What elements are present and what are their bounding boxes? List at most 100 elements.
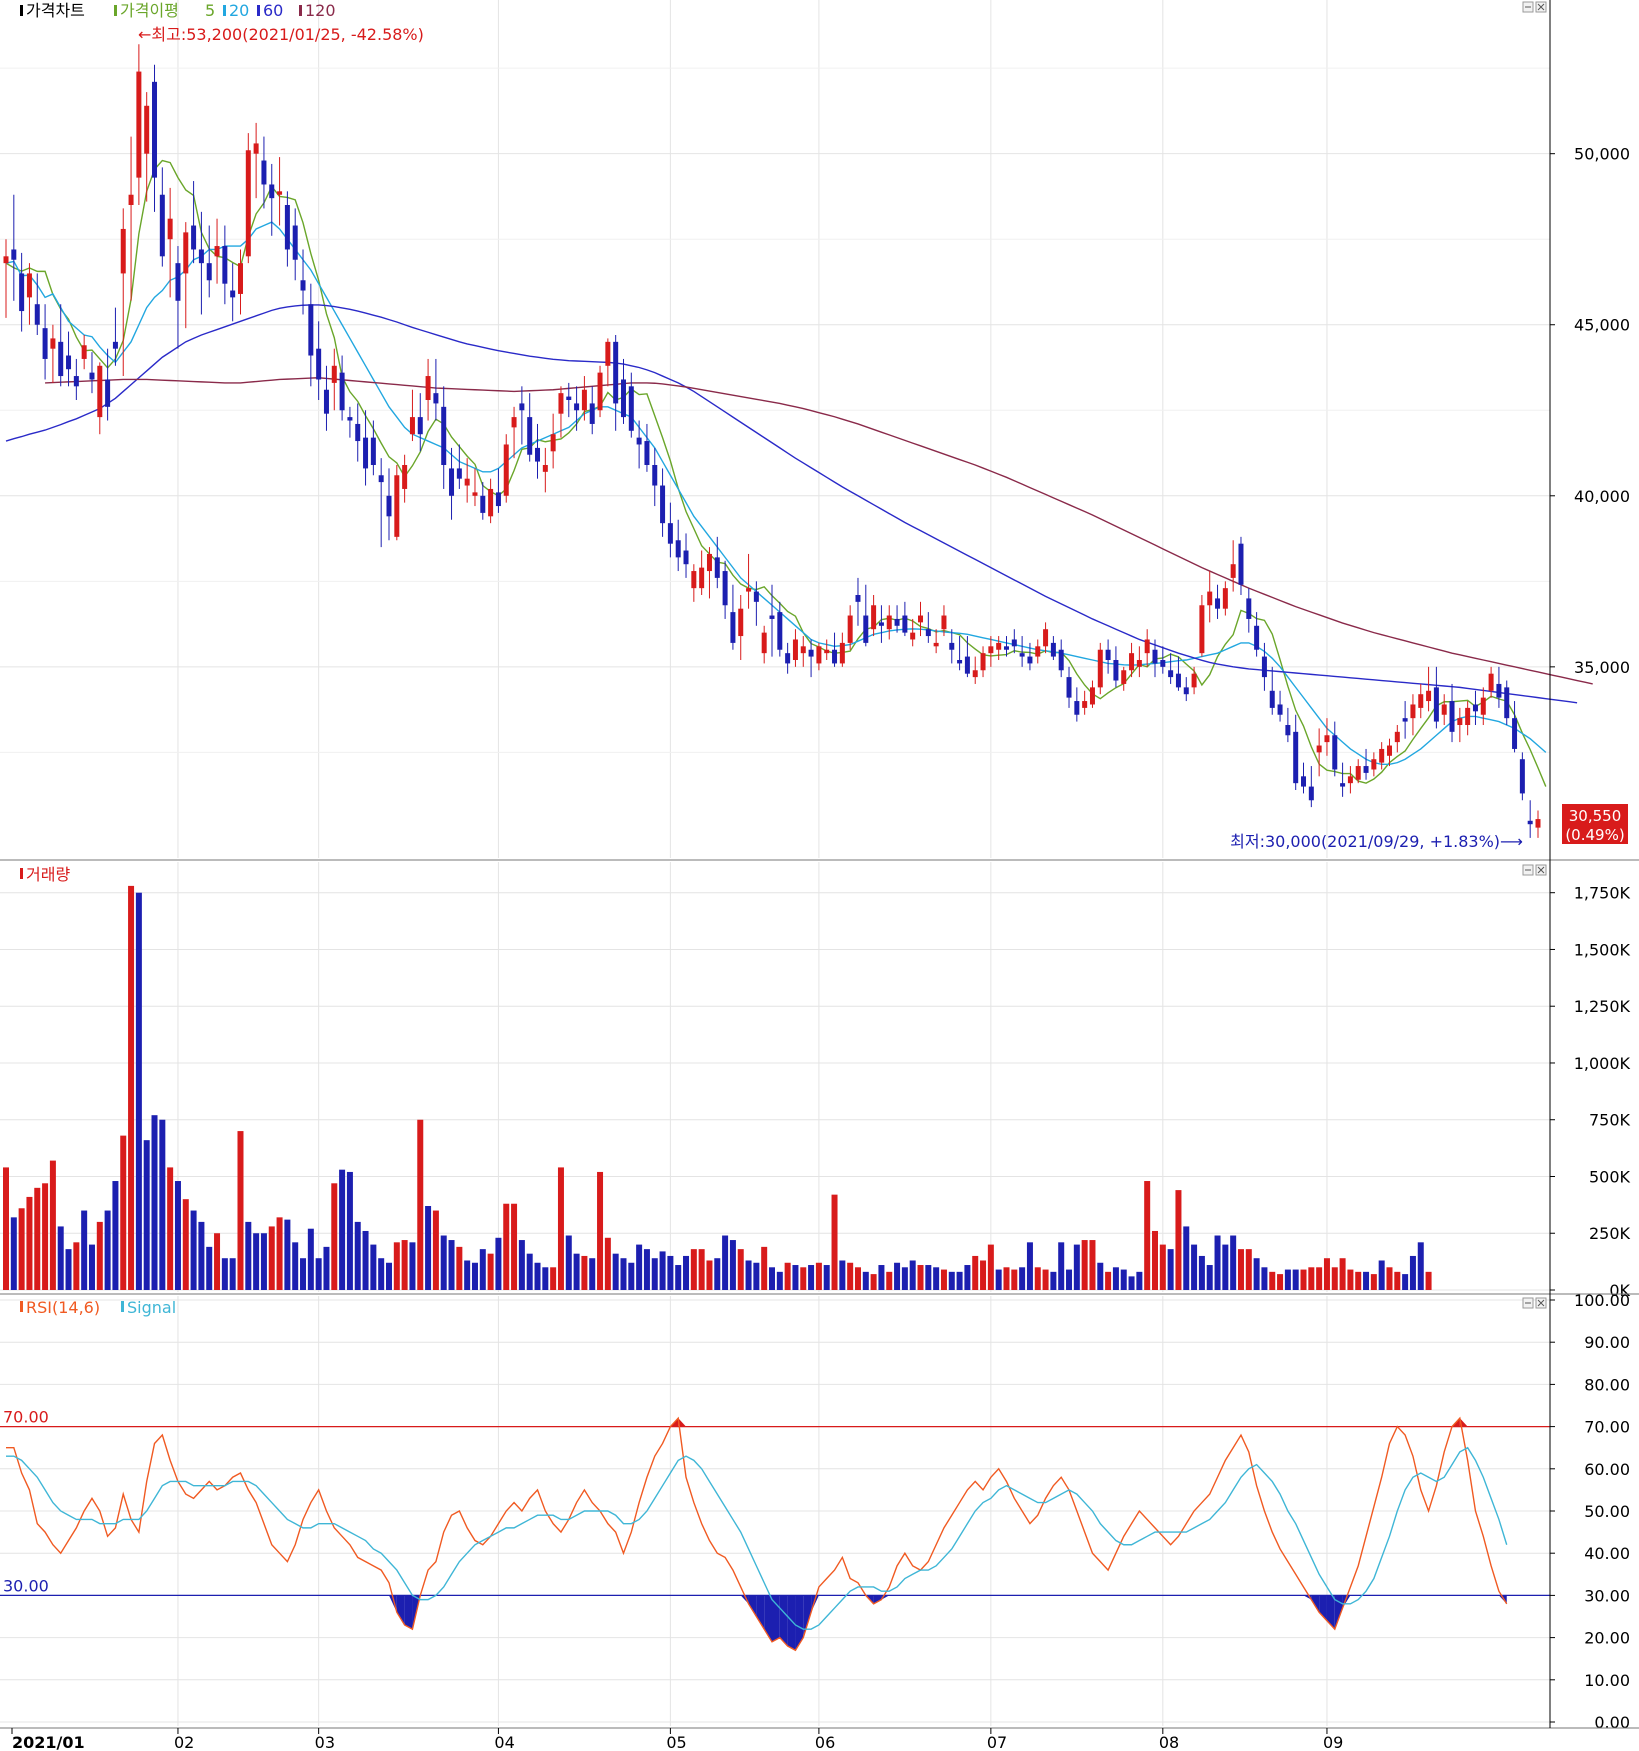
candle-body xyxy=(699,567,705,589)
candle-body xyxy=(409,417,415,435)
volume-tick-label: 1,250K xyxy=(1574,997,1631,1016)
candle-body xyxy=(1371,759,1377,770)
candle-body xyxy=(136,71,142,178)
volume-bar xyxy=(18,1208,25,1290)
rsi-tick-label: 50.00 xyxy=(1584,1502,1630,1521)
candle-body xyxy=(1191,673,1197,688)
volume-bar xyxy=(159,1119,166,1290)
candle-body xyxy=(1113,660,1119,681)
volume-bar xyxy=(651,1258,658,1290)
volume-tick-label: 250K xyxy=(1589,1224,1631,1243)
candle-body xyxy=(253,143,259,154)
volume-bar xyxy=(1066,1269,1073,1290)
volume-bar xyxy=(1339,1258,1346,1290)
candle-body xyxy=(1379,748,1385,763)
candle-body xyxy=(1230,564,1236,578)
candle-body xyxy=(66,355,72,370)
candle-body xyxy=(105,379,111,407)
price-tick-label: 35,000 xyxy=(1574,658,1630,677)
candle-body xyxy=(1308,786,1314,801)
volume-bar xyxy=(526,1253,533,1290)
volume-bar xyxy=(542,1267,549,1290)
volume-bar xyxy=(1363,1271,1370,1290)
rsi-lines xyxy=(6,1416,1508,1652)
volume-bar xyxy=(214,1233,221,1290)
volume-bar xyxy=(1167,1249,1174,1290)
candle-body xyxy=(245,150,251,257)
last-price-change: (0.49%) xyxy=(1565,826,1624,844)
volume-bar xyxy=(511,1203,518,1290)
low-price-annotation: 최저:30,000(2021/09/29, +1.83%)⟶ xyxy=(1230,832,1523,851)
candle-body xyxy=(808,649,814,657)
candle-body xyxy=(261,160,267,185)
volume-bar xyxy=(245,1221,252,1290)
legend-price-marker xyxy=(20,5,23,16)
candle-body xyxy=(1066,677,1072,698)
candle-body xyxy=(863,615,869,643)
volume-bar xyxy=(339,1169,346,1290)
candle-body xyxy=(761,632,767,654)
candle-body xyxy=(527,417,533,455)
candle-body xyxy=(1441,704,1447,715)
candle-body xyxy=(1035,646,1041,657)
volume-bar xyxy=(870,1274,877,1290)
candle-body xyxy=(652,465,658,486)
high-price-annotation: ←최고:53,200(2021/01/25, -42.58%) xyxy=(138,25,424,44)
volume-bar xyxy=(901,1267,908,1290)
candle-body xyxy=(1175,673,1181,688)
volume-bar xyxy=(487,1253,494,1290)
candle-body xyxy=(26,273,32,298)
rsi-tick-label: 10.00 xyxy=(1584,1671,1630,1690)
volume-bar xyxy=(995,1269,1002,1290)
stock-chart-window: 35,000 40,000 45,000 50,000 가격차트 가격이평 5 20 … xyxy=(0,0,1639,1751)
volume-tick-label: 1,000K xyxy=(1574,1054,1631,1073)
candle-body xyxy=(1316,745,1322,753)
volume-bar xyxy=(909,1260,916,1290)
volume-bar xyxy=(808,1265,815,1290)
candle-body xyxy=(495,492,501,507)
rsi-level-30-label: 30.00 xyxy=(3,1576,49,1595)
volume-bar xyxy=(854,1267,861,1290)
volume-bar xyxy=(1323,1258,1330,1290)
volume-panel: 0K250K500K750K1,000K1,250K1,500K1,750K 거… xyxy=(0,862,1631,1300)
candle-body xyxy=(1285,725,1291,736)
candle-body xyxy=(996,642,1002,650)
candle-body xyxy=(1347,776,1353,784)
rsi-series-rsi xyxy=(6,1416,1508,1652)
volume-bar xyxy=(1120,1269,1127,1290)
volume-bar xyxy=(49,1160,56,1290)
candle-body xyxy=(558,393,564,414)
candle-body xyxy=(277,191,283,195)
volume-bar xyxy=(565,1235,572,1290)
candle-body xyxy=(167,218,173,240)
candle xyxy=(597,365,603,418)
time-tick-label: 04 xyxy=(494,1733,514,1751)
rsi-tick-label: 80.00 xyxy=(1584,1375,1630,1394)
volume-bar xyxy=(917,1265,924,1290)
volume-bar xyxy=(1292,1269,1299,1290)
candle-body xyxy=(230,290,236,298)
candle-body xyxy=(902,615,908,633)
candle-body xyxy=(1418,694,1424,708)
candle-body xyxy=(581,389,587,411)
volume-bars xyxy=(3,885,1432,1290)
candle xyxy=(503,434,509,503)
volume-panel-controls xyxy=(1522,864,1547,876)
candle-body xyxy=(1496,683,1502,698)
volume-bar xyxy=(1214,1235,1221,1290)
candle-body xyxy=(464,478,470,486)
candle-body xyxy=(1394,731,1400,743)
candle-body xyxy=(480,495,486,513)
volume-bar xyxy=(268,1226,275,1290)
candle-body xyxy=(769,615,775,619)
chart-canvas: 35,00040,00045,00050,000 가격차트 가격이평 5 20 … xyxy=(0,0,1639,1751)
volume-bar xyxy=(636,1244,643,1290)
volume-bar xyxy=(1097,1262,1104,1290)
volume-bar xyxy=(948,1271,955,1290)
volume-bar xyxy=(104,1210,111,1290)
candle-body xyxy=(206,263,212,281)
rsi-oversold-fill xyxy=(772,1595,780,1642)
candle-body xyxy=(785,653,791,664)
candle-body xyxy=(722,571,728,606)
rsi-tick-label: 0.00 xyxy=(1594,1713,1630,1732)
